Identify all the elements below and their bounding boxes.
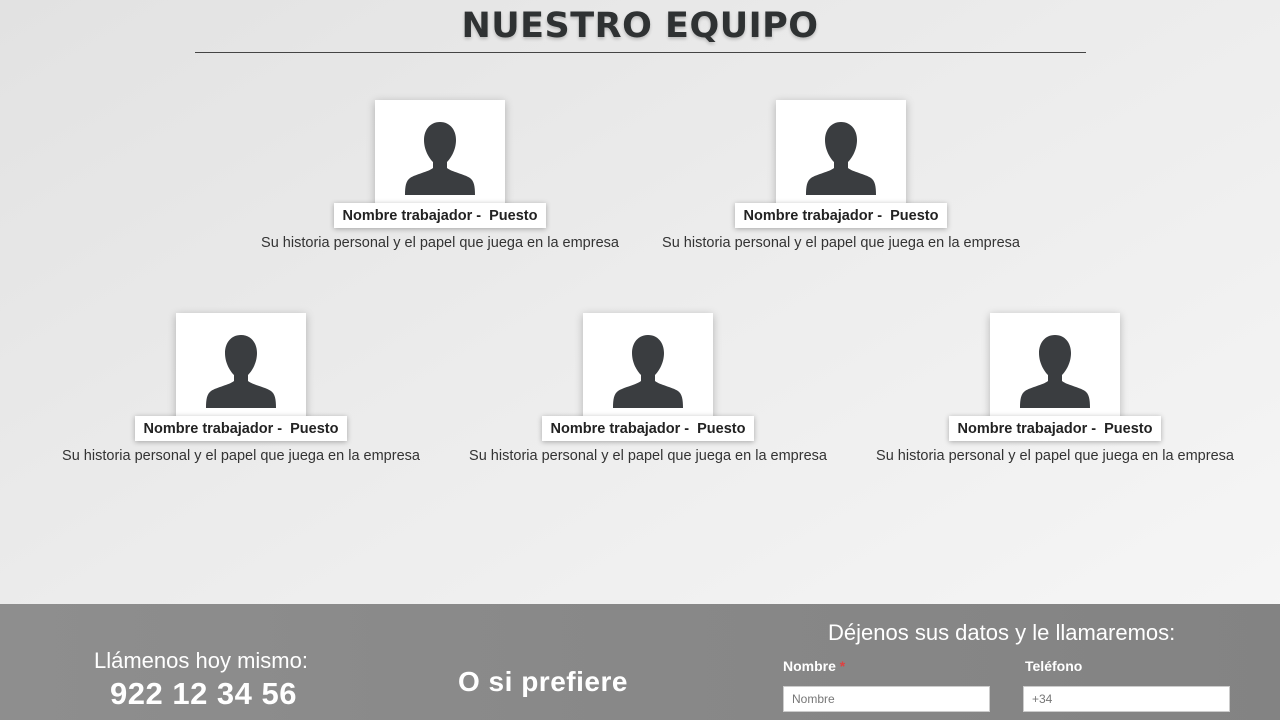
person-silhouette-icon — [206, 335, 276, 408]
member-name: Nombre trabajador - Puesto — [948, 416, 1162, 441]
contact-footer: Llámenos hoy mismo: 922 12 34 56 O si pr… — [0, 604, 1280, 720]
phone-input[interactable] — [1023, 686, 1230, 712]
member-photo — [176, 313, 306, 423]
member-bio: Su historia personal y el papel que jueg… — [876, 448, 1234, 464]
team-member-card: Nombre trabajador - Puesto Su historia p… — [448, 313, 848, 493]
member-bio: Su historia personal y el papel que jueg… — [261, 235, 619, 251]
member-photo — [375, 100, 505, 210]
member-photo — [776, 100, 906, 210]
callback-form-title: Déjenos sus datos y le llamaremos: — [828, 620, 1176, 645]
member-name: Nombre trabajador - Puesto — [734, 203, 948, 228]
phone-field-label: Teléfono — [1025, 658, 1083, 674]
member-photo — [583, 313, 713, 423]
member-bio: Su historia personal y el papel que jueg… — [62, 448, 420, 464]
name-field-label: Nombre * — [783, 658, 846, 674]
member-photo — [990, 313, 1120, 423]
name-input[interactable] — [783, 686, 990, 712]
member-name: Nombre trabajador - Puesto — [134, 416, 348, 441]
team-member-card: Nombre trabajador - Puesto Su historia p… — [240, 100, 640, 280]
team-member-card: Nombre trabajador - Puesto Su historia p… — [855, 313, 1255, 493]
member-bio: Su historia personal y el papel que jueg… — [662, 235, 1020, 251]
person-silhouette-icon — [1020, 335, 1090, 408]
section-title: NUESTRO EQUIPO — [461, 6, 819, 46]
or-prefer-label: O si prefiere — [458, 666, 628, 697]
member-name: Nombre trabajador - Puesto — [333, 203, 547, 228]
person-silhouette-icon — [613, 335, 683, 408]
person-silhouette-icon — [806, 122, 876, 195]
person-silhouette-icon — [405, 122, 475, 195]
member-bio: Su historia personal y el papel que jueg… — [469, 448, 827, 464]
team-member-card: Nombre trabajador - Puesto Su historia p… — [41, 313, 441, 493]
member-name: Nombre trabajador - Puesto — [541, 416, 755, 441]
call-us-label: Llámenos hoy mismo: — [94, 648, 308, 673]
team-member-card: Nombre trabajador - Puesto Su historia p… — [641, 100, 1041, 280]
team-section: NUESTRO EQUIPO Nombre trabajador - Puest… — [0, 0, 1280, 604]
required-marker: * — [839, 658, 846, 674]
title-divider — [195, 52, 1086, 53]
phone-number-link[interactable]: 922 12 34 56 — [110, 676, 297, 712]
